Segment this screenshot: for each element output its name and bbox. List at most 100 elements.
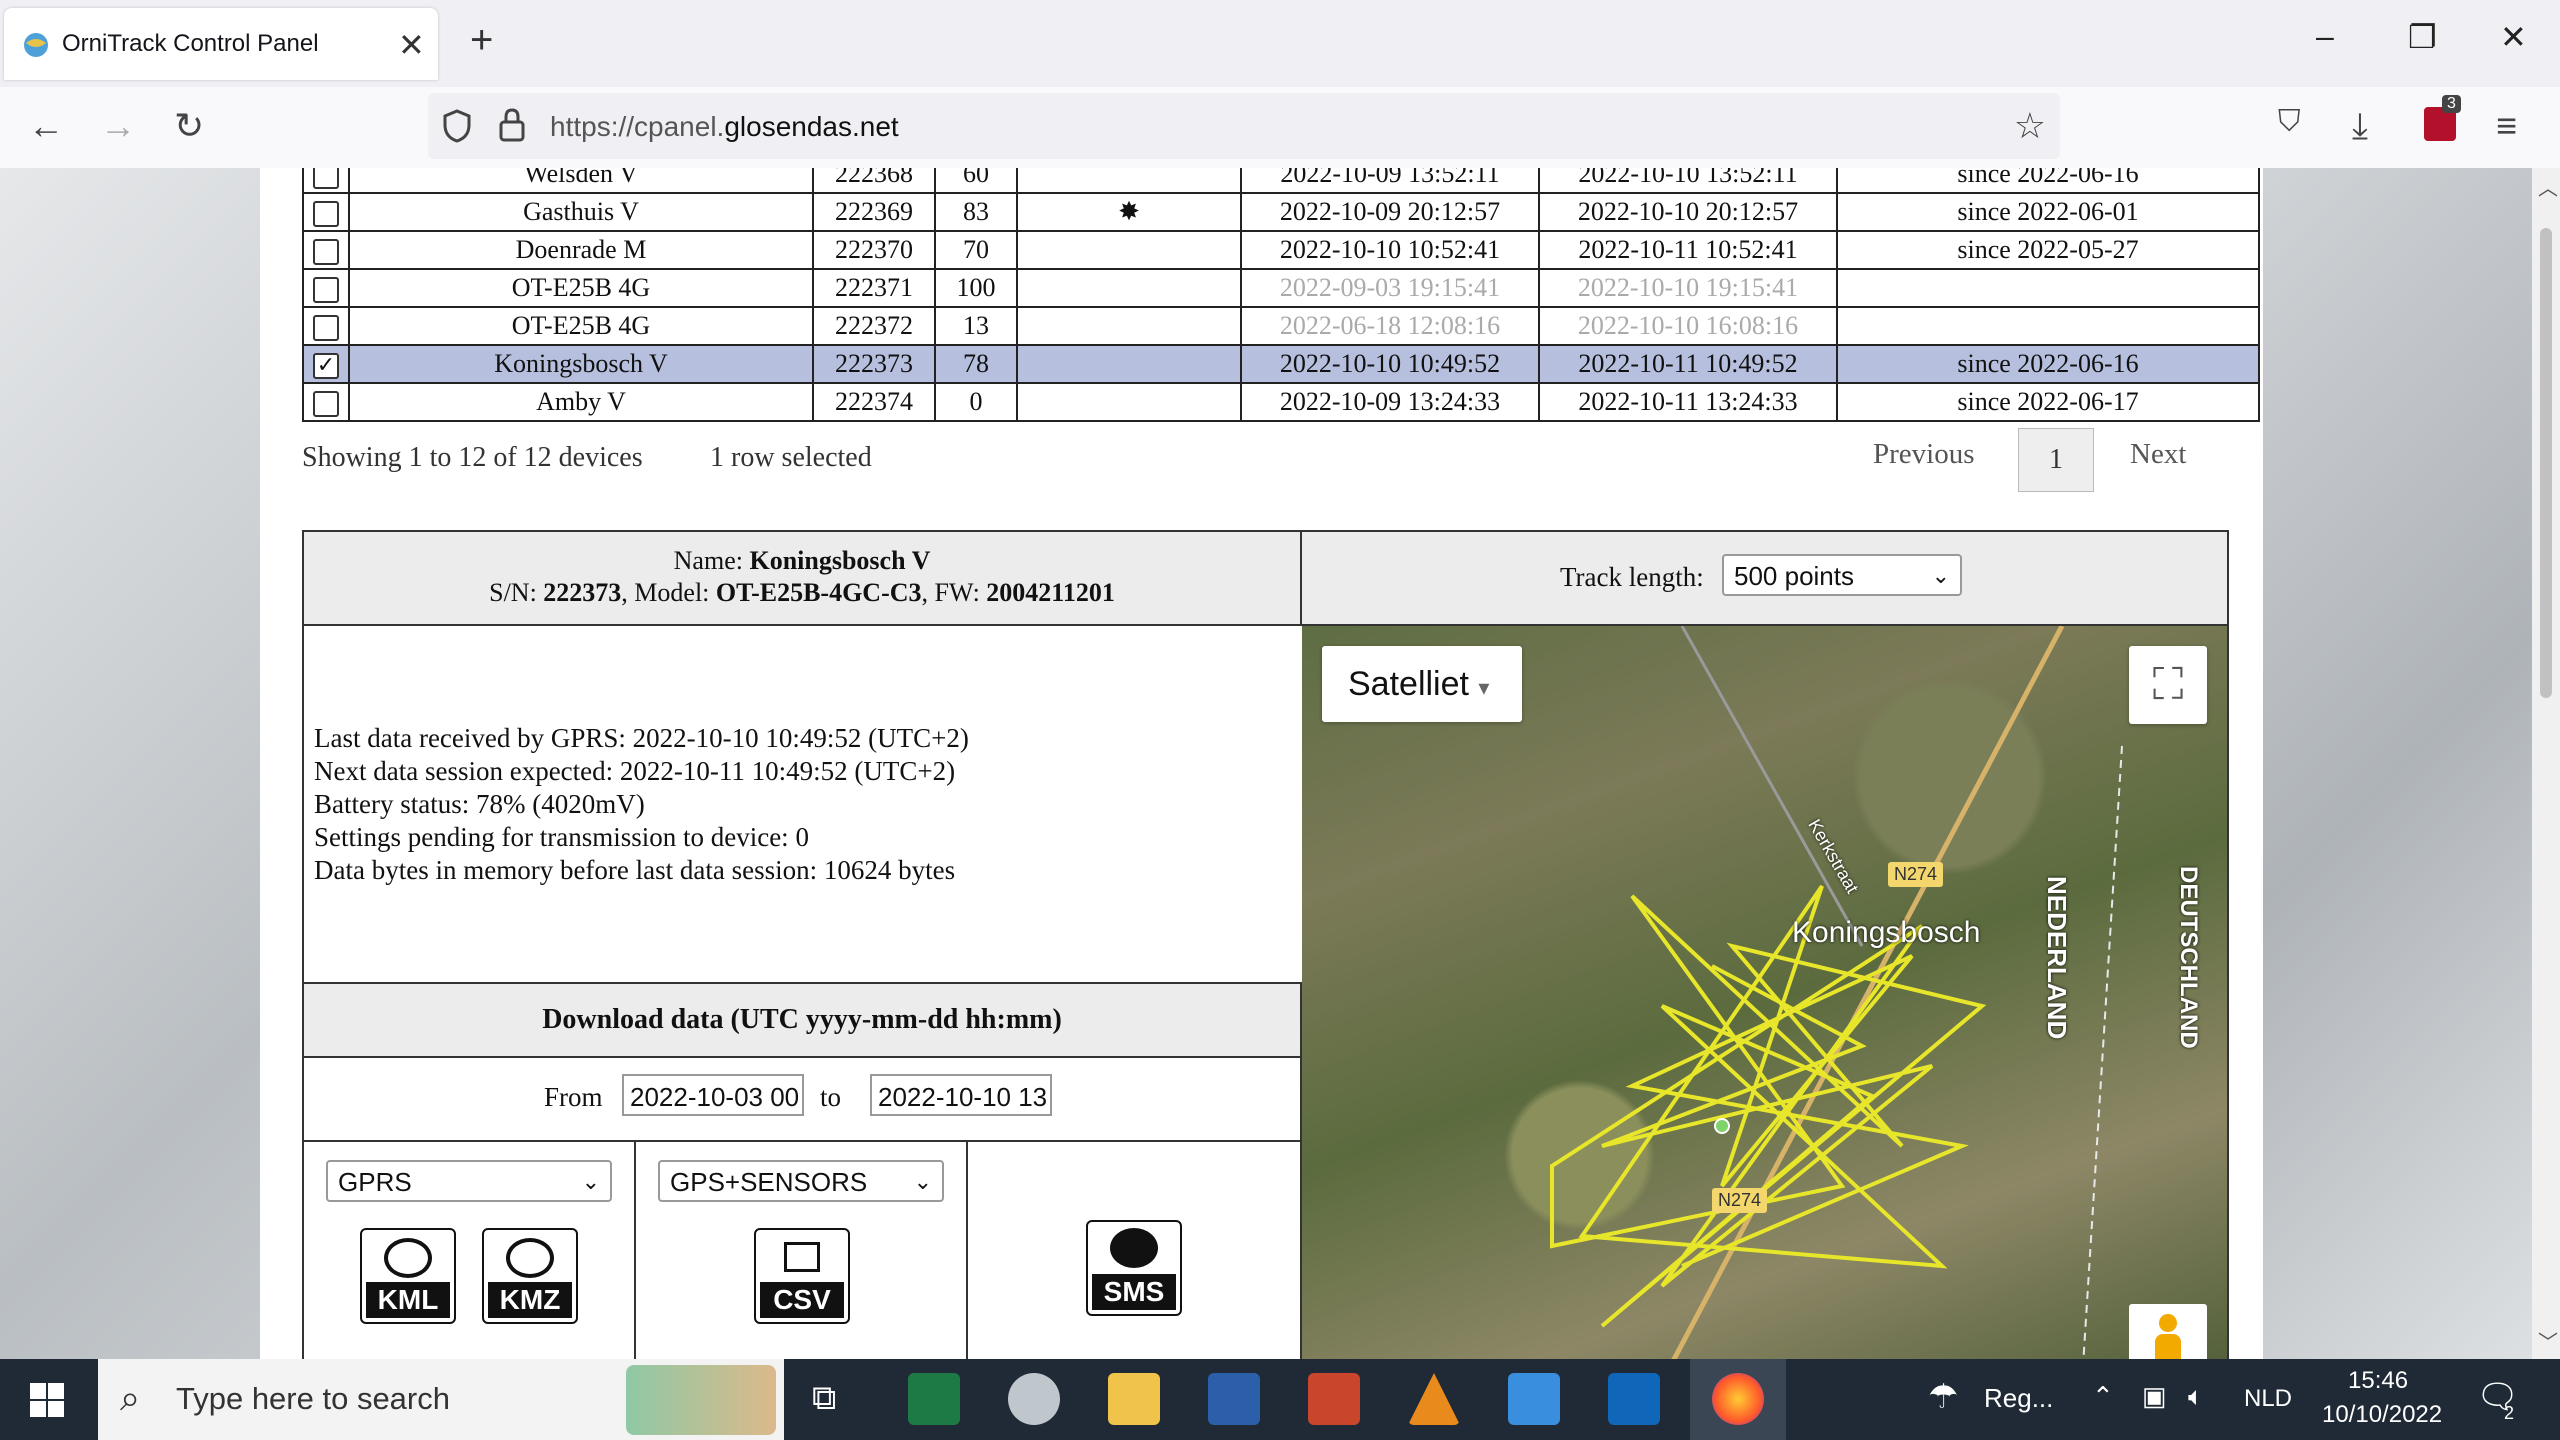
device-detail-panel: Name: Koningsbosch V S/N: 222373, Model:… [302, 530, 2229, 1359]
address-bar[interactable]: https://cpanel.glosendas.net ☆ [428, 93, 2060, 159]
page-scrollbar[interactable]: ︿ ﹀ [2532, 168, 2560, 1359]
row-checkbox[interactable]: ✓ [313, 353, 339, 380]
chevron-up-icon[interactable]: ⌃ [2092, 1381, 2114, 1412]
row-checkbox[interactable] [313, 391, 339, 418]
shield-icon[interactable] [442, 109, 472, 143]
powerpoint-icon[interactable] [1308, 1373, 1360, 1425]
table-row[interactable]: Doenrade M 222370 70 2022-10-10 10:52:41 202… [302, 230, 2260, 270]
row-checkbox[interactable] [313, 201, 339, 228]
forward-icon[interactable]: → [100, 105, 136, 147]
outlook-icon[interactable] [1608, 1373, 1660, 1425]
gprs-column: GPRS ⌄ KML KMZ [304, 1142, 636, 1359]
csv-download-icon[interactable]: CSV [754, 1228, 850, 1324]
downloads-icon[interactable]: ⤓ [2352, 105, 2368, 148]
fullscreen-icon[interactable]: ⛶ [2129, 646, 2207, 724]
minimize-icon[interactable]: – [2316, 18, 2334, 55]
to-date-input[interactable]: 2022-10-10 13 [870, 1074, 1052, 1116]
clock-time[interactable]: 15:46 [2348, 1367, 2408, 1395]
next-data-cell: 2022-10-10 20:12:57 [1538, 192, 1838, 232]
serial-cell: 222369 [812, 192, 936, 232]
table-row[interactable]: OT-E25B 4G 222371 100 2022-09-03 19:15:41 20… [302, 268, 2260, 308]
serial-cell: 222373 [812, 344, 936, 384]
pocket-icon[interactable]: ⛉ [2278, 105, 2301, 139]
device-name: Koningsbosch V [749, 546, 931, 575]
table-row[interactable]: OT-E25B 4G 222372 13 2022-06-18 12:08:16 202… [302, 306, 2260, 346]
track-length-select[interactable]: 500 points ⌄ [1722, 554, 1962, 596]
clock-date[interactable]: 10/10/2022 [2322, 1401, 2442, 1429]
globe-icon [506, 1238, 554, 1278]
table-row[interactable]: Amby V 222374 0 2022-10-09 13:24:33 2022-10-… [302, 382, 2260, 422]
lock-icon[interactable] [498, 107, 526, 143]
row-checkbox[interactable] [313, 315, 339, 342]
data-type-select[interactable]: GPS+SENSORS ⌄ [658, 1160, 944, 1202]
status-data-bytes: Data bytes in memory before last data se… [314, 855, 956, 885]
row-checkbox[interactable] [313, 168, 339, 190]
last-data-cell: 2022-10-10 10:52:41 [1240, 230, 1540, 270]
scroll-thumb[interactable] [2540, 228, 2552, 698]
checkbox-cell [302, 230, 350, 270]
map-overlay [1550, 626, 2123, 1359]
menu-icon[interactable]: ≡ [2496, 105, 2517, 147]
vlc-icon[interactable] [1408, 1373, 1460, 1425]
selected-count: 1 row selected [710, 442, 872, 473]
scroll-up-icon[interactable]: ︿ [2538, 172, 2558, 201]
from-date-input[interactable]: 2022-10-03 00 [622, 1074, 804, 1116]
next-page-button[interactable]: Next [2130, 438, 2186, 471]
kmz-download-icon[interactable]: KMZ [482, 1228, 578, 1324]
mail-icon[interactable] [1508, 1373, 1560, 1425]
restore-icon[interactable]: ❐ [2408, 18, 2437, 56]
sms-label: SMS [1092, 1274, 1176, 1310]
scroll-down-icon[interactable]: ﹀ [2538, 1326, 2558, 1355]
next-data-cell: 2022-10-10 16:08:16 [1538, 306, 1838, 346]
device-sn-line: S/N: 222373, Model: OT-E25B-4GC-C3, FW: … [304, 578, 1300, 608]
task-view-icon[interactable]: ⧉ [812, 1379, 836, 1418]
battery-cell: 83 [934, 192, 1018, 232]
tab-close-icon[interactable]: ✕ [398, 26, 425, 64]
table-row[interactable]: Welsden V 222368 60 2022-10-09 13:52:11 2022… [302, 168, 2260, 194]
track-length-label: Track length: [1560, 562, 1704, 592]
kml-download-icon[interactable]: KML [360, 1228, 456, 1324]
road-badge-2: N274 [1712, 1188, 1768, 1213]
windows-taskbar: ⌕ Type here to search ⧉ ☂ Reg... ⌃ ▣ 🔈︎ … [0, 1359, 2560, 1440]
weather-icon[interactable]: ☂ [1928, 1377, 1958, 1417]
previous-page-button[interactable]: Previous [1873, 438, 1975, 471]
kml-label: KML [366, 1282, 450, 1318]
table-row[interactable]: Gasthuis V 222369 83 ✸ 2022-10-09 20:12:57 20… [302, 192, 2260, 232]
bookmark-star-icon[interactable]: ☆ [2014, 105, 2046, 147]
new-tab-icon[interactable]: + [470, 18, 493, 63]
firefox-taskbar-item[interactable] [1690, 1359, 1786, 1440]
table-row[interactable]: ✓ Koningsbosch V 222373 78 2022-10-10 10:49:… [302, 344, 2260, 384]
device-name-cell: OT-E25B 4G [348, 306, 814, 346]
network-icon[interactable]: ▣ [2142, 1381, 2167, 1412]
row-checkbox[interactable] [313, 239, 339, 266]
street-view-pegman-icon[interactable] [2129, 1304, 2207, 1359]
back-icon[interactable]: ← [28, 105, 64, 147]
satellite-map[interactable]: Satelliet ▾ ⛶ Koningsbosch Kerkstraat N2… [1302, 626, 2227, 1359]
source-select[interactable]: GPRS ⌄ [326, 1160, 612, 1202]
status-settings-pending: Settings pending for transmission to dev… [314, 822, 809, 852]
reload-icon[interactable]: ↻ [174, 105, 204, 147]
fw-label: , FW: [921, 578, 987, 607]
language-indicator[interactable]: NLD [2244, 1385, 2292, 1413]
page-number-button[interactable]: 1 [2018, 428, 2094, 492]
word-icon[interactable] [1208, 1373, 1260, 1425]
weather-text[interactable]: Reg... [1984, 1383, 2053, 1414]
browser-tab[interactable]: OrniTrack Control Panel ✕ [4, 8, 438, 80]
file-explorer-icon[interactable] [1108, 1373, 1160, 1425]
windows-start-icon[interactable] [30, 1383, 64, 1417]
last-position-marker[interactable] [1714, 1118, 1730, 1134]
sms-download-icon[interactable]: SMS [1086, 1220, 1182, 1316]
device-name-line: Name: Koningsbosch V [304, 546, 1300, 576]
device-header: Name: Koningsbosch V S/N: 222373, Model:… [304, 532, 1302, 626]
taskbar-search-box[interactable]: ⌕ Type here to search [98, 1359, 784, 1440]
map-type-button[interactable]: Satelliet ▾ [1322, 646, 1522, 722]
volume-icon[interactable]: 🔈︎ [2188, 1381, 2204, 1413]
globe-app-icon[interactable] [1008, 1373, 1060, 1425]
excel-icon[interactable] [908, 1373, 960, 1425]
device-name-cell: Koningsbosch V [348, 344, 814, 384]
row-checkbox[interactable] [313, 277, 339, 304]
flag-cell [1016, 306, 1242, 346]
ublock-extension-icon[interactable]: 3 [2424, 95, 2461, 141]
flag-cell [1016, 230, 1242, 270]
window-close-icon[interactable]: ✕ [2500, 18, 2527, 56]
